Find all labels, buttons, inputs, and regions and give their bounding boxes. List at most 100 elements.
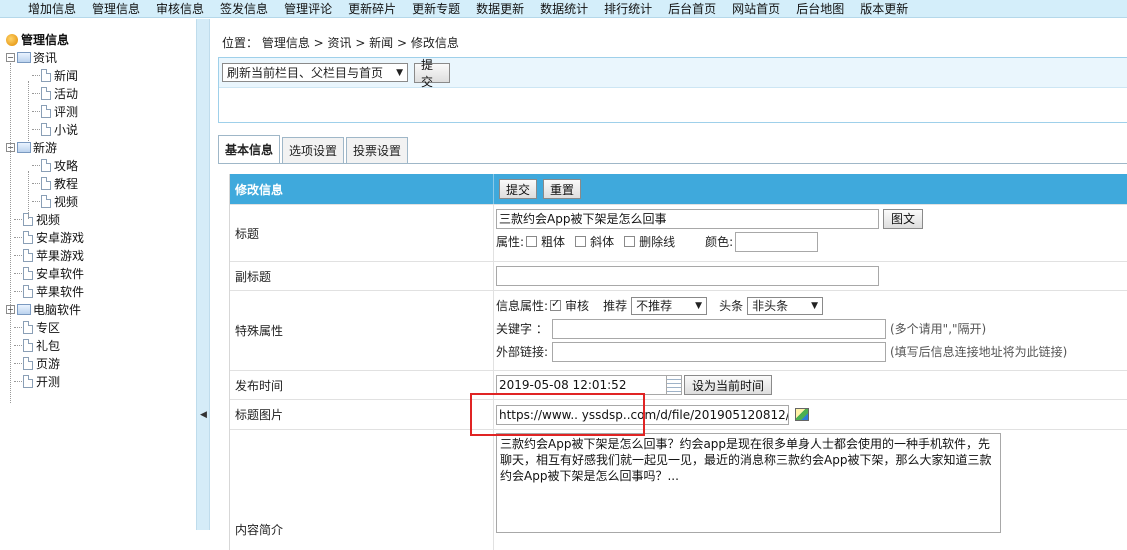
tab-vote[interactable]: 投票设置 bbox=[346, 137, 409, 163]
bold-label: 粗体 bbox=[541, 235, 566, 249]
tree-node-label: 评测 bbox=[54, 104, 79, 119]
page-icon bbox=[23, 320, 33, 334]
tree-node[interactable]: 视频 bbox=[32, 193, 78, 209]
tree-node-label: 资讯 bbox=[33, 50, 58, 65]
summary-label: 内容简介 bbox=[230, 430, 494, 550]
tree-node[interactable]: − 新游 bbox=[6, 139, 57, 155]
page-icon bbox=[23, 248, 33, 262]
top-menu-item[interactable]: 后台地图 bbox=[796, 1, 844, 17]
page-icon bbox=[41, 158, 51, 172]
tab-options[interactable]: 选项设置 bbox=[282, 137, 345, 163]
page-icon bbox=[23, 356, 33, 370]
title-image-row: 标题图片 https://www.. yssdsp..com/d/file/20… bbox=[230, 400, 1127, 430]
keyword-input[interactable] bbox=[552, 318, 886, 339]
page-icon bbox=[23, 230, 33, 244]
title-input[interactable]: 三款约会App被下架是怎么回事 bbox=[496, 208, 879, 229]
headline-select[interactable]: 非头条 ▼ bbox=[747, 296, 824, 315]
top-menu-item[interactable]: 管理评论 bbox=[284, 1, 332, 17]
tree-node[interactable]: 小说 bbox=[32, 121, 78, 137]
manage-icon bbox=[6, 33, 18, 46]
page-icon bbox=[23, 284, 33, 298]
set-now-button[interactable]: 设为当前时间 bbox=[684, 375, 772, 395]
refresh-select[interactable]: 刷新当前栏目、父栏目与首页 ▼ bbox=[222, 63, 408, 82]
tree-node[interactable]: − 资讯 bbox=[6, 49, 57, 65]
strike-checkbox[interactable] bbox=[624, 236, 636, 247]
page-icon bbox=[23, 374, 33, 388]
top-menu-item[interactable]: 签发信息 bbox=[220, 1, 268, 17]
tree-node[interactable]: + 电脑软件 bbox=[6, 301, 81, 317]
op-submit-button[interactable]: 提交 bbox=[414, 58, 450, 89]
headline-label: 头条 bbox=[719, 299, 744, 313]
top-menu-item[interactable]: 更新专题 bbox=[412, 1, 460, 17]
top-menu-item[interactable]: 数据统计 bbox=[540, 1, 588, 17]
tree-node[interactable]: 页游 bbox=[14, 355, 60, 371]
tree-node[interactable]: 评测 bbox=[32, 103, 78, 119]
special-row: 特殊属性 信息属性: 审核 推荐 不推荐 ▼ 头条 非头条 ▼ bbox=[230, 291, 1127, 371]
form-submit-button[interactable]: 提交 bbox=[499, 179, 537, 199]
tree-node-label: 新游 bbox=[33, 140, 58, 155]
page-icon bbox=[41, 68, 51, 82]
tree-connector bbox=[32, 182, 40, 184]
bold-checkbox[interactable] bbox=[526, 236, 538, 247]
tree-connector bbox=[32, 164, 40, 166]
tab-basic-info[interactable]: 基本信息 bbox=[218, 135, 281, 163]
tree-guide-line bbox=[28, 171, 29, 219]
tree-connector bbox=[14, 326, 22, 328]
tree-connector bbox=[14, 380, 22, 382]
edit-form: 修改信息 提交 重置 标题 三款约会App被下架是怎么回事 图文 属性: 粗体 … bbox=[229, 174, 1127, 550]
form-reset-button[interactable]: 重置 bbox=[543, 179, 581, 199]
audit-checkbox[interactable] bbox=[550, 297, 562, 311]
italic-checkbox[interactable] bbox=[575, 236, 587, 247]
top-menu-item[interactable]: 网站首页 bbox=[732, 1, 780, 17]
tree-connector bbox=[14, 272, 22, 274]
sidebar-tree: 管理信息 − 资讯 新闻 活动 评测 小说 − 新游 攻略 教程 视频 视频 安卓游戏 苹果游戏 安卓软件苹… bbox=[0, 19, 196, 530]
tab-divider bbox=[218, 163, 1127, 164]
external-link-input[interactable] bbox=[552, 341, 886, 362]
tree-node-label: 活动 bbox=[54, 86, 79, 101]
tree-connector bbox=[14, 218, 22, 220]
top-menu-bar: 增加信息 管理信息 审核信息 签发信息 管理评论 更新碎片 更新专题 数据更新 数据统计 排行统计… bbox=[0, 0, 1127, 18]
collapse-icon[interactable]: − bbox=[6, 52, 15, 62]
image-text-button[interactable]: 图文 bbox=[883, 208, 923, 229]
tree-node[interactable]: 苹果软件 bbox=[14, 283, 84, 299]
tree-node[interactable]: 活动 bbox=[32, 85, 78, 101]
tree-node[interactable]: 开测 bbox=[14, 373, 60, 389]
tree-node[interactable]: 安卓游戏 bbox=[14, 229, 84, 245]
calendar-icon[interactable] bbox=[666, 375, 682, 395]
tree-node[interactable]: 视频 bbox=[14, 211, 60, 227]
top-menu-item[interactable]: 增加信息 bbox=[28, 1, 76, 17]
recommend-select[interactable]: 不推荐 ▼ bbox=[631, 296, 708, 315]
page-icon bbox=[23, 338, 33, 352]
tree-root[interactable]: 管理信息 bbox=[6, 31, 69, 48]
top-menu-item[interactable]: 版本更新 bbox=[860, 1, 908, 17]
summary-textarea[interactable]: 三款约会App被下架是怎么回事？约会app是现在很多单身人士都会使用的一种手机软… bbox=[496, 433, 1001, 533]
color-label: 颜色: bbox=[705, 235, 734, 249]
pubtime-input[interactable]: 2019-05-08 12:01:52 bbox=[496, 375, 666, 395]
sidebar-splitter[interactable]: ◀ bbox=[196, 19, 210, 530]
tree-node[interactable]: 攻略 bbox=[32, 157, 78, 173]
subtitle-input[interactable] bbox=[496, 266, 879, 286]
pubtime-label: 发布时间 bbox=[230, 371, 494, 399]
top-menu-item[interactable]: 更新碎片 bbox=[348, 1, 396, 17]
tree-node-label: 新闻 bbox=[54, 68, 79, 83]
top-menu-item[interactable]: 数据更新 bbox=[476, 1, 524, 17]
image-select-icon[interactable] bbox=[795, 408, 809, 421]
tree-node[interactable]: 新闻 bbox=[32, 67, 78, 83]
tree-node[interactable]: 安卓软件 bbox=[14, 265, 84, 281]
main-content: 位置： 管理信息 > 资讯 > 新闻 > 修改信息 刷新当前栏目、父栏目与首页 … bbox=[210, 19, 1127, 550]
page-icon bbox=[41, 122, 51, 136]
top-menu-item[interactable]: 管理信息 bbox=[92, 1, 140, 17]
tree-node[interactable]: 苹果游戏 bbox=[14, 247, 84, 263]
tree-root-label: 管理信息 bbox=[21, 33, 70, 47]
tree-node-label: 小说 bbox=[54, 122, 79, 137]
top-menu-item[interactable]: 后台首页 bbox=[668, 1, 716, 17]
subtitle-row: 副标题 bbox=[230, 262, 1127, 291]
tree-node[interactable]: 教程 bbox=[32, 175, 78, 191]
tree-guide-line bbox=[10, 63, 11, 403]
top-menu-item[interactable]: 排行统计 bbox=[604, 1, 652, 17]
color-input[interactable] bbox=[735, 231, 819, 252]
tree-node[interactable]: 礼包 bbox=[14, 337, 60, 353]
tree-node[interactable]: 专区 bbox=[14, 319, 60, 335]
collapse-arrow-icon[interactable]: ◀ bbox=[200, 410, 207, 420]
top-menu-item[interactable]: 审核信息 bbox=[156, 1, 204, 17]
